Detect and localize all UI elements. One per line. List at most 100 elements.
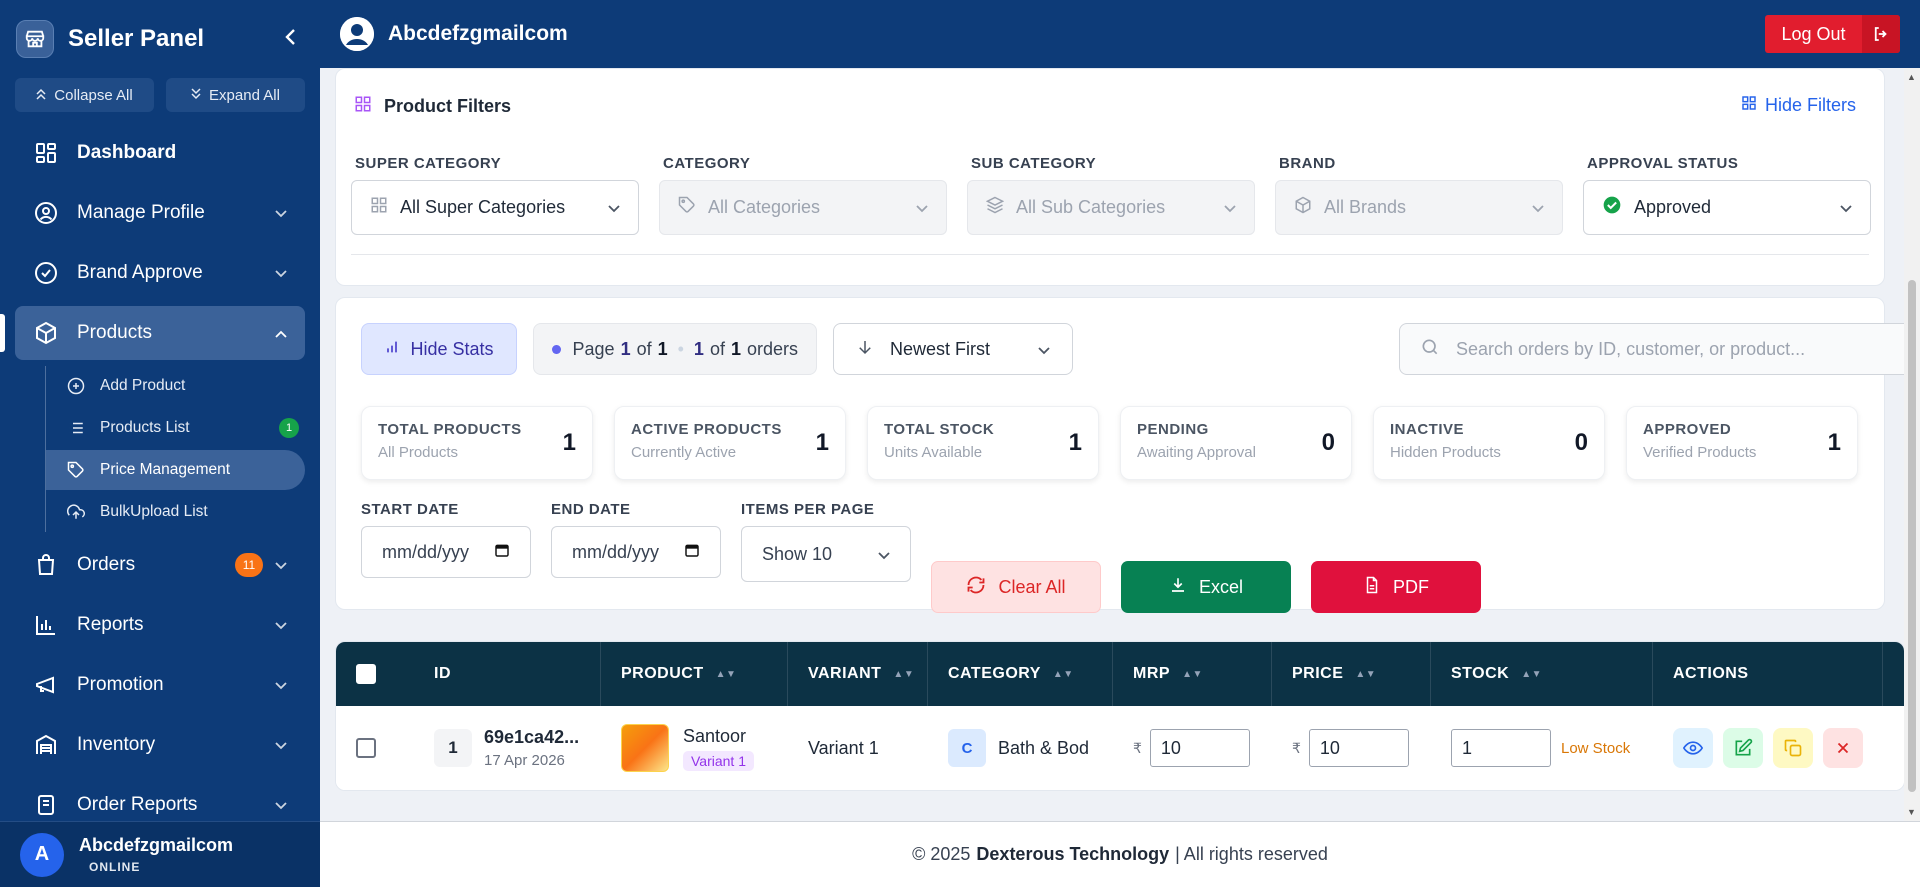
sidebar-item-brand-approve[interactable]: Brand Approve bbox=[15, 246, 305, 300]
page-scrollbar[interactable]: ▲ ▼ bbox=[1904, 68, 1920, 821]
start-date-input[interactable]: mm/dd/yyy bbox=[361, 526, 531, 578]
orders-count-badge: 11 bbox=[235, 553, 263, 577]
sidebar-item-inventory[interactable]: Inventory bbox=[15, 718, 305, 772]
user-circle-icon[interactable] bbox=[340, 17, 374, 51]
select-all-checkbox[interactable] bbox=[356, 664, 376, 684]
user-name: Abcdefzgmailcom bbox=[79, 835, 234, 855]
expand-all-button[interactable]: Expand All bbox=[166, 78, 305, 112]
delete-button[interactable] bbox=[1823, 728, 1863, 768]
stat-card-inactive: INACTIVE Hidden Products 0 bbox=[1373, 406, 1605, 480]
sidebar-subitem-add-product[interactable]: Add Product bbox=[46, 366, 305, 406]
collapse-expand-group: Collapse All Expand All bbox=[0, 78, 320, 112]
chevron-up-icon bbox=[275, 325, 287, 341]
chevron-down-icon bbox=[275, 205, 287, 221]
sidebar-subitem-price-management[interactable]: Price Management bbox=[46, 450, 305, 490]
main-content: Product Filters Hide Filters SUPER CATEG… bbox=[320, 68, 1904, 821]
start-date-group: START DATE mm/dd/yyy bbox=[361, 501, 531, 578]
column-header-mrp[interactable]: MRP ▲▼ bbox=[1113, 642, 1272, 706]
chevrons-up-icon bbox=[36, 87, 46, 104]
scroll-up-arrow[interactable]: ▲ bbox=[1907, 72, 1916, 82]
topbar: Abcdefzgmailcom Log Out bbox=[320, 0, 1920, 68]
store-icon bbox=[16, 20, 54, 58]
column-header-category[interactable]: CATEGORY ▲▼ bbox=[928, 642, 1113, 706]
collapse-all-button[interactable]: Collapse All bbox=[15, 78, 154, 112]
end-date-group: END DATE mm/dd/yyy bbox=[551, 501, 721, 578]
close-icon bbox=[1837, 742, 1849, 754]
excel-export-button[interactable]: Excel bbox=[1121, 561, 1291, 613]
edit-button[interactable] bbox=[1723, 728, 1763, 768]
column-header-product[interactable]: PRODUCT ▲▼ bbox=[601, 642, 788, 706]
stock-input[interactable]: 1 bbox=[1451, 729, 1551, 767]
sidebar-user-panel[interactable]: A Abcdefzgmailcom ONLINE bbox=[0, 821, 320, 887]
view-button[interactable] bbox=[1673, 728, 1713, 768]
super-category-select[interactable]: All Super Categories bbox=[351, 180, 639, 235]
sidebar-subitem-products-list[interactable]: Products List 1 bbox=[46, 408, 305, 448]
grid-icon bbox=[354, 95, 372, 118]
check-circle-icon bbox=[33, 260, 59, 286]
chevron-down-icon bbox=[275, 797, 287, 813]
duplicate-button[interactable] bbox=[1773, 728, 1813, 768]
product-filters-panel: Product Filters Hide Filters SUPER CATEG… bbox=[335, 68, 1885, 286]
search-icon bbox=[1420, 337, 1440, 362]
plus-circle-icon bbox=[66, 377, 86, 395]
approval-status-filter: APPROVAL STATUS Approved bbox=[1583, 155, 1871, 235]
sidebar-item-promotion[interactable]: Promotion bbox=[15, 658, 305, 712]
sidebar-item-manage-profile[interactable]: Manage Profile bbox=[15, 186, 305, 240]
stat-card-pending: PENDING Awaiting Approval 0 bbox=[1120, 406, 1352, 480]
report-icon bbox=[33, 792, 59, 818]
column-header-variant[interactable]: VARIANT ▲▼ bbox=[788, 642, 928, 706]
logout-button[interactable]: Log Out bbox=[1765, 15, 1900, 53]
end-date-input[interactable]: mm/dd/yyy bbox=[551, 526, 721, 578]
layers-icon bbox=[985, 196, 1005, 219]
company-name: Dexterous Technology bbox=[976, 844, 1170, 864]
grid-icon bbox=[370, 196, 388, 219]
items-per-page-select[interactable]: Show 10 bbox=[741, 526, 911, 582]
product-id: 69e1ca42... bbox=[484, 727, 580, 747]
calendar-icon bbox=[684, 542, 700, 563]
sidebar-item-orders[interactable]: Orders 11 bbox=[15, 538, 305, 592]
sort-select[interactable]: Newest First bbox=[833, 323, 1073, 375]
product-date: 17 Apr 2026 bbox=[484, 752, 565, 769]
scroll-down-arrow[interactable]: ▼ bbox=[1907, 807, 1916, 817]
status-dot bbox=[552, 344, 561, 354]
logout-icon bbox=[1862, 15, 1900, 53]
approval-status-select[interactable]: Approved bbox=[1583, 180, 1871, 235]
scrollbar-thumb[interactable] bbox=[1908, 280, 1916, 792]
hide-stats-button[interactable]: Hide Stats bbox=[361, 323, 517, 375]
sidebar-item-products[interactable]: Products bbox=[0, 306, 305, 360]
column-header-id[interactable]: ID bbox=[414, 642, 601, 706]
sub-category-select[interactable]: All Sub Categories bbox=[967, 180, 1255, 235]
category-initial-badge: C bbox=[948, 729, 986, 767]
column-header-price[interactable]: PRICE ▲▼ bbox=[1272, 642, 1431, 706]
product-name: Santoor bbox=[683, 725, 747, 746]
mrp-input[interactable]: 10 bbox=[1149, 729, 1250, 767]
search-input[interactable]: Search orders by ID, customer, or produc… bbox=[1399, 323, 1904, 375]
chevron-down-icon bbox=[275, 737, 287, 753]
column-header-stock[interactable]: STOCK ▲▼ bbox=[1431, 642, 1653, 706]
dashboard-icon bbox=[33, 140, 59, 166]
file-icon bbox=[1363, 576, 1381, 599]
price-input[interactable]: 10 bbox=[1308, 729, 1409, 767]
edit-icon bbox=[1735, 738, 1753, 756]
sidebar-item-dashboard[interactable]: Dashboard bbox=[15, 126, 305, 180]
chevron-down-icon bbox=[878, 544, 890, 565]
tag-icon bbox=[678, 196, 696, 219]
sidebar-item-reports[interactable]: Reports bbox=[15, 598, 305, 652]
chevron-left-icon[interactable] bbox=[284, 26, 298, 52]
table-row: 1 69e1ca42... 17 Apr 2026 Santoor Varian… bbox=[336, 706, 1904, 790]
brand-select[interactable]: All Brands bbox=[1275, 180, 1563, 235]
chevron-down-icon bbox=[608, 197, 620, 218]
category-select[interactable]: All Categories bbox=[659, 180, 947, 235]
chevron-down-icon bbox=[275, 617, 287, 633]
category-filter: CATEGORY All Categories bbox=[659, 155, 947, 235]
sort-icon: ▲▼ bbox=[893, 668, 915, 680]
clear-all-button[interactable]: Clear All bbox=[931, 561, 1101, 613]
row-checkbox[interactable] bbox=[356, 738, 376, 758]
sidebar-item-order-reports[interactable]: Order Reports bbox=[15, 778, 305, 820]
pdf-export-button[interactable]: PDF bbox=[1311, 561, 1481, 613]
low-stock-badge: Low Stock bbox=[1561, 739, 1631, 757]
variant-cell: Variant 1 bbox=[808, 737, 879, 758]
sidebar: Seller Panel Collapse All Expand All Das… bbox=[0, 0, 320, 887]
hide-filters-button[interactable]: Hide Filters bbox=[1741, 95, 1856, 116]
sidebar-subitem-bulkupload-list[interactable]: BulkUpload List bbox=[46, 492, 305, 532]
